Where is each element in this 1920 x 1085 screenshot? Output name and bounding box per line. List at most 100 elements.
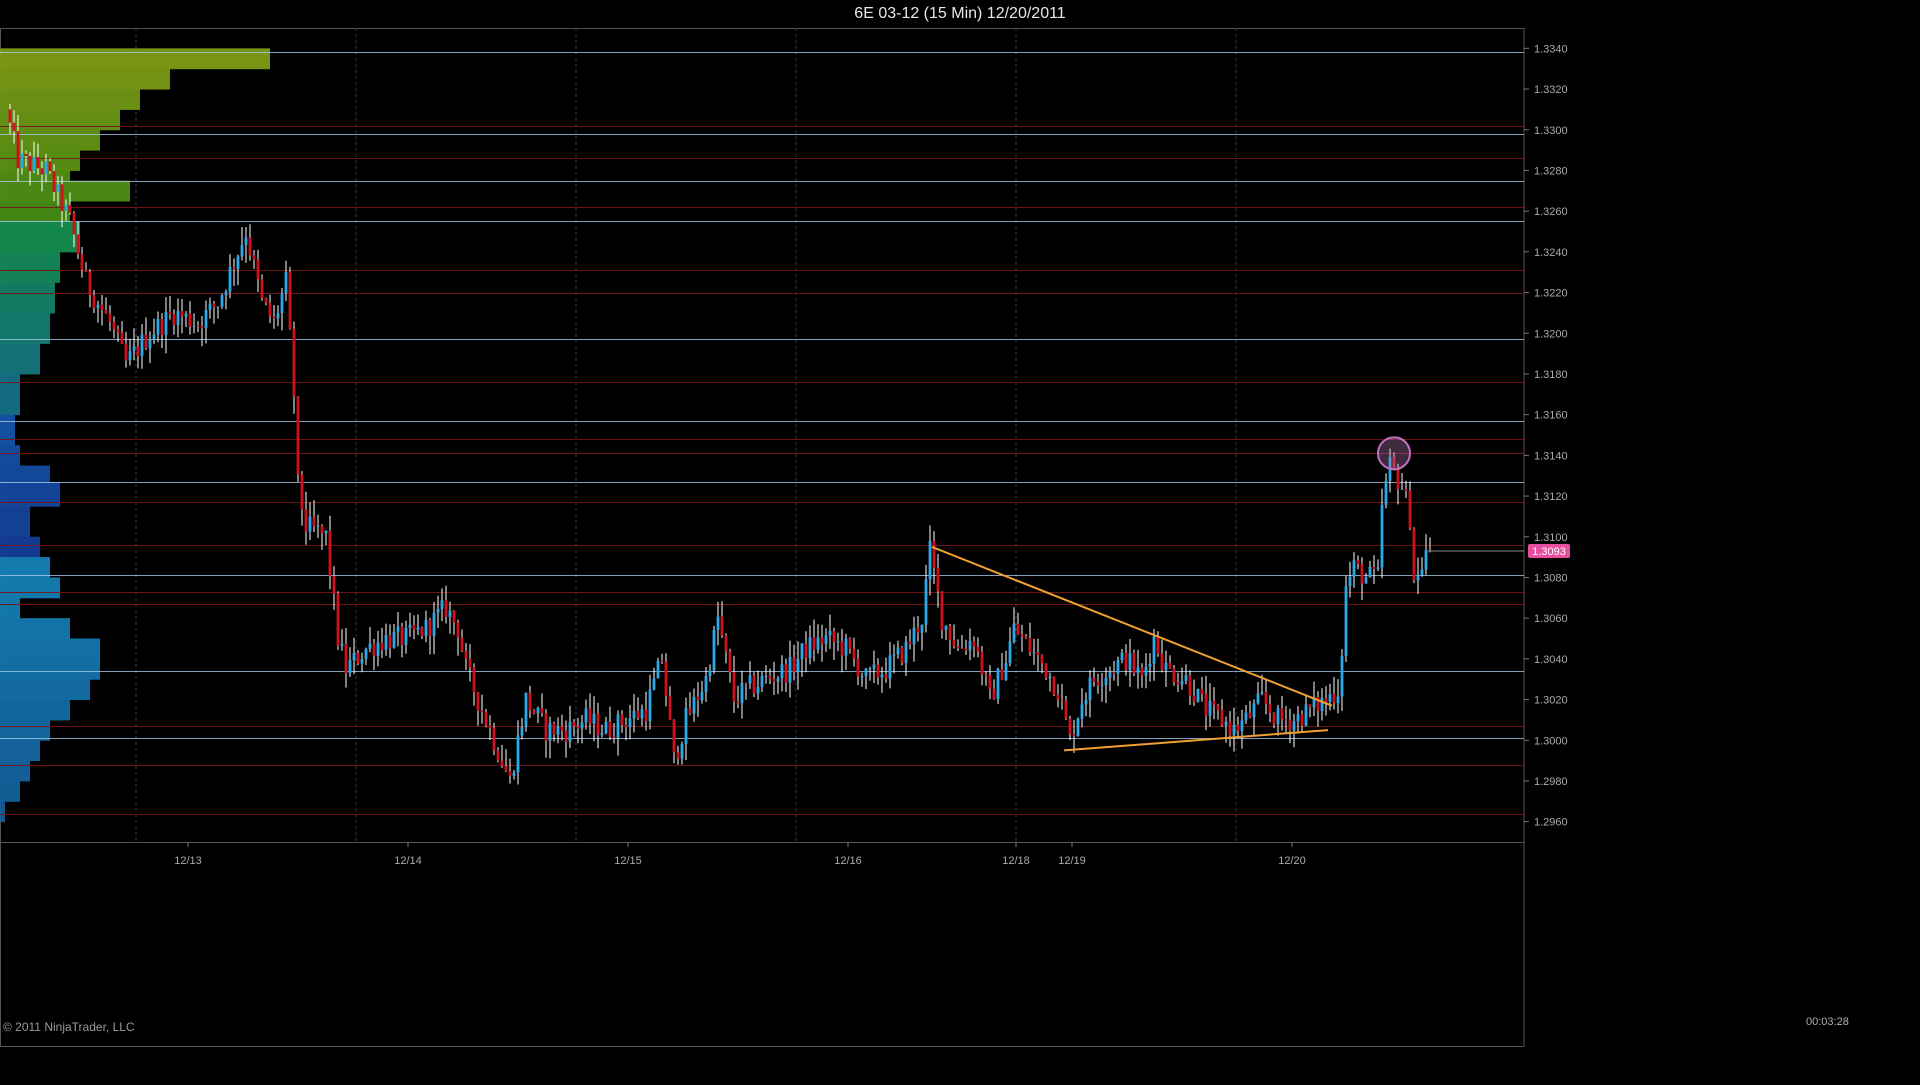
candle-down bbox=[116, 329, 120, 333]
volume-profile-bar bbox=[0, 801, 5, 823]
candle-down bbox=[832, 630, 836, 643]
candle-up bbox=[396, 626, 400, 632]
candle-down bbox=[1408, 490, 1412, 529]
volume-profile-bar bbox=[0, 129, 100, 151]
candle-up bbox=[648, 689, 652, 722]
volume-profile-bar bbox=[0, 679, 90, 701]
candle-down bbox=[564, 730, 568, 742]
volume-profile-bar bbox=[0, 618, 70, 639]
candle-up bbox=[788, 657, 792, 683]
candle-down bbox=[260, 279, 264, 299]
candle-up bbox=[1368, 566, 1372, 578]
candle-up bbox=[140, 334, 144, 357]
candle-up bbox=[280, 293, 284, 314]
candle-up bbox=[1260, 691, 1264, 694]
candle-up bbox=[512, 772, 516, 776]
candle-up bbox=[384, 635, 388, 650]
candle-down bbox=[1092, 677, 1096, 682]
candle-up bbox=[1340, 655, 1344, 697]
candle-down bbox=[504, 765, 508, 772]
candle-down bbox=[264, 298, 268, 303]
chart-area[interactable]: 1.3093 1.3340 1.3320 1.3300 1.3280 1.3260 1.32… bbox=[0, 0, 1920, 1080]
candle-up bbox=[1424, 549, 1428, 570]
candle-down bbox=[1220, 710, 1224, 726]
candle-down bbox=[696, 696, 700, 701]
candle-up bbox=[128, 351, 132, 361]
candle-down bbox=[1204, 693, 1208, 716]
x-tick-label: 12/18 bbox=[1002, 855, 1030, 867]
candle-up bbox=[800, 643, 804, 660]
candle-down bbox=[596, 713, 600, 736]
candle-down bbox=[188, 313, 192, 327]
candle-down bbox=[108, 313, 112, 322]
candle-up bbox=[152, 334, 156, 340]
candle-down bbox=[1248, 712, 1252, 718]
candle-down bbox=[92, 295, 96, 309]
candle-down bbox=[980, 651, 984, 675]
candle-down bbox=[88, 271, 92, 296]
candle-up bbox=[1320, 697, 1324, 711]
candle-up bbox=[1328, 693, 1332, 702]
candle-up bbox=[316, 525, 320, 527]
candle-up bbox=[284, 271, 288, 294]
candle-down bbox=[884, 674, 888, 679]
candle-down bbox=[1028, 638, 1032, 653]
candle-down bbox=[1024, 636, 1028, 639]
y-tick-label: 1.3140 bbox=[1534, 450, 1568, 462]
candle-up bbox=[360, 658, 364, 664]
y-tick-label: 1.3200 bbox=[1534, 328, 1568, 340]
candle-down bbox=[496, 750, 500, 761]
volume-profile-bar bbox=[0, 180, 130, 202]
candle-up bbox=[556, 726, 560, 735]
candle-up bbox=[1004, 663, 1008, 680]
candle-down bbox=[528, 692, 532, 711]
candle-up bbox=[584, 708, 588, 723]
candle-up bbox=[1076, 718, 1080, 737]
candle-up bbox=[808, 637, 812, 658]
candle-down bbox=[452, 610, 456, 623]
candle-down bbox=[40, 168, 44, 175]
x-tick-label: 12/13 bbox=[174, 855, 202, 867]
candle-up bbox=[912, 627, 916, 645]
candle-up bbox=[364, 648, 368, 659]
candle-up bbox=[204, 310, 208, 329]
x-tick-label: 12/20 bbox=[1278, 855, 1306, 867]
volume-profile-bar bbox=[0, 68, 170, 90]
candle-down bbox=[744, 682, 748, 684]
candle-down bbox=[296, 396, 300, 475]
candle-up bbox=[228, 267, 232, 292]
candle-down bbox=[1016, 623, 1020, 635]
candle-down bbox=[752, 675, 756, 694]
candle-up bbox=[448, 610, 452, 617]
y-tick-label: 1.2960 bbox=[1534, 817, 1568, 829]
candle-down bbox=[792, 657, 796, 672]
candle-up bbox=[996, 669, 1000, 700]
candle-up bbox=[1120, 652, 1124, 661]
candle-up bbox=[240, 245, 244, 257]
candle-up bbox=[440, 600, 444, 609]
candle-down bbox=[332, 575, 336, 594]
candle-up bbox=[580, 722, 584, 729]
candle-up bbox=[1240, 720, 1244, 732]
x-tick-label: 12/14 bbox=[394, 855, 422, 867]
chart-title: 6E 03-12 (15 Min) 12/20/2011 bbox=[854, 5, 1066, 22]
candle-up bbox=[764, 676, 768, 678]
candle-up bbox=[1008, 641, 1012, 664]
candle-up bbox=[716, 616, 720, 631]
candle-down bbox=[768, 676, 772, 679]
candle-down bbox=[620, 714, 624, 725]
candle-down bbox=[676, 752, 680, 759]
candle-down bbox=[916, 627, 920, 633]
price-chart[interactable]: 1.3093 1.3340 1.3320 1.3300 1.3280 1.3260 1.32… bbox=[0, 0, 1920, 1080]
candle-down bbox=[412, 624, 416, 630]
candle-up bbox=[348, 660, 352, 674]
candle-up bbox=[880, 674, 884, 678]
candle-down bbox=[532, 710, 536, 714]
candle-down bbox=[588, 708, 592, 724]
candle-down bbox=[48, 161, 52, 172]
candle-up bbox=[864, 668, 868, 677]
candle-down bbox=[356, 652, 360, 664]
volume-profile-bar bbox=[0, 740, 40, 762]
volume-profile-bar bbox=[0, 373, 20, 416]
candle-up bbox=[708, 670, 712, 676]
